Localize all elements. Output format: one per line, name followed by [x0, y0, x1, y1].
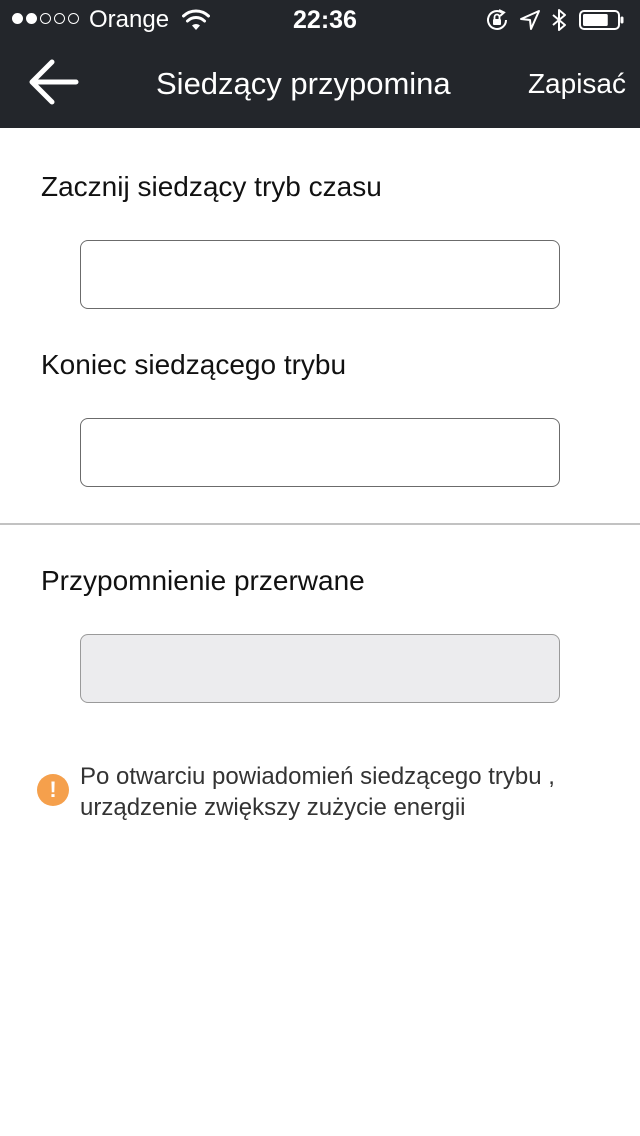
status-time: 22:36: [293, 6, 357, 34]
page-title: Siedzący przypomina: [156, 66, 451, 101]
start-time-field[interactable]: [80, 240, 560, 309]
break-reminder-label: Przypomnienie przerwane: [41, 565, 365, 596]
start-time-label: Zacznij siedzący tryb czasu: [41, 171, 382, 202]
warning-icon: !: [37, 774, 69, 806]
bluetooth-icon: [552, 9, 566, 31]
back-button[interactable]: [22, 54, 86, 110]
energy-warning-note: Po otwarciu powiadomień siedzącego trybu…: [80, 763, 555, 821]
end-time-field[interactable]: [80, 418, 560, 487]
break-reminder-field[interactable]: [80, 634, 560, 703]
section-divider: [0, 523, 640, 525]
rotation-lock-icon: [487, 9, 507, 30]
navigation-bar: Siedzący przypomina Zapisać: [0, 40, 640, 128]
battery-icon: [579, 10, 624, 30]
location-arrow-icon: [520, 10, 540, 30]
end-time-label: Koniec siedzącego trybu: [41, 349, 347, 380]
arrow-left-icon: [29, 59, 79, 105]
save-button[interactable]: Zapisać: [528, 66, 626, 102]
status-bar: Orange 22:36: [0, 0, 640, 40]
